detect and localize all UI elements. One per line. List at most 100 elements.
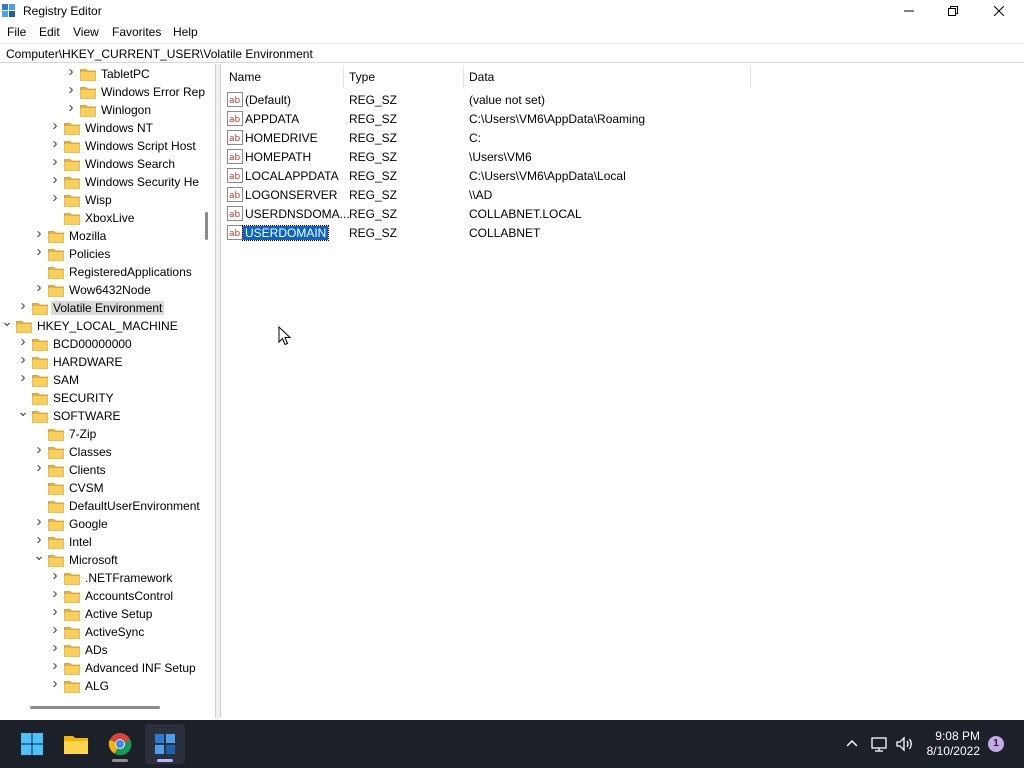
column-separator[interactable] xyxy=(750,66,751,88)
column-header-data[interactable]: Data xyxy=(469,64,494,88)
tree-horizontal-scrollbar[interactable] xyxy=(30,706,160,709)
tree-item[interactable]: DefaultUserEnvironment xyxy=(0,497,200,515)
chevron-right-icon[interactable]: › xyxy=(49,604,61,619)
chevron-right-icon[interactable]: › xyxy=(65,64,77,79)
chevron-right-icon[interactable]: › xyxy=(33,460,45,475)
menu-favorites[interactable]: Favorites xyxy=(112,25,161,39)
address-bar[interactable]: Computer\HKEY_CURRENT_USER\Volatile Envi… xyxy=(0,43,1024,63)
tree-item[interactable]: › Windows Search xyxy=(0,154,198,173)
chevron-right-icon[interactable]: › xyxy=(17,334,29,349)
value-row[interactable]: ab USERDOMAIN REG_SZ COLLABNET xyxy=(221,223,751,242)
value-row[interactable]: ab HOMEPATH REG_SZ \Users\VM6 xyxy=(221,147,751,166)
value-row[interactable]: ab LOGONSERVER REG_SZ \\AD xyxy=(221,185,751,204)
tree-item[interactable]: › .NETFramework xyxy=(0,568,198,587)
column-header-type[interactable]: Type xyxy=(349,64,375,88)
taskbar-registry-editor[interactable] xyxy=(145,724,185,764)
chevron-right-icon[interactable]: › xyxy=(49,676,61,691)
tree-item[interactable]: XboxLive xyxy=(0,209,198,227)
chevron-right-icon[interactable]: › xyxy=(49,136,61,151)
tree-item[interactable]: › TabletPC xyxy=(0,64,198,83)
chevron-down-icon[interactable]: ⌄ xyxy=(1,314,13,328)
tree-item[interactable]: › AccountsControl xyxy=(0,586,198,605)
tree-item[interactable]: › SAM xyxy=(0,370,198,389)
tree-item[interactable]: › Mozilla xyxy=(0,226,198,245)
close-button[interactable] xyxy=(976,0,1022,22)
menu-view[interactable]: View xyxy=(73,25,99,39)
minimize-button[interactable] xyxy=(886,0,932,22)
tree-item[interactable]: › Windows NT xyxy=(0,118,198,137)
tree-item[interactable]: › ActiveSync xyxy=(0,622,198,641)
notification-badge[interactable]: 1 xyxy=(988,736,1004,752)
tree-item[interactable]: RegisteredApplications xyxy=(0,263,198,281)
chevron-right-icon[interactable]: › xyxy=(33,532,45,547)
tree-item[interactable]: SECURITY xyxy=(0,389,198,407)
chevron-right-icon[interactable]: › xyxy=(49,586,61,601)
tree-item[interactable]: CVSM xyxy=(0,479,198,497)
tree-item[interactable]: › Wisp xyxy=(0,190,198,209)
value-row[interactable]: ab HOMEDRIVE REG_SZ C: xyxy=(221,128,751,147)
tree-item[interactable]: › Windows Error Rep xyxy=(0,82,206,101)
column-separator[interactable] xyxy=(343,66,344,88)
chevron-right-icon[interactable]: › xyxy=(33,442,45,457)
chevron-right-icon[interactable]: › xyxy=(49,172,61,187)
tree-item[interactable]: ⌄ SOFTWARE xyxy=(0,404,198,425)
taskbar-chrome[interactable] xyxy=(100,724,140,764)
tree-item[interactable]: ⌄ HKEY_LOCAL_MACHINE xyxy=(0,314,198,335)
chevron-right-icon[interactable]: › xyxy=(33,280,45,295)
taskbar-file-explorer[interactable] xyxy=(56,724,96,764)
volume-icon[interactable] xyxy=(894,734,914,754)
chevron-right-icon[interactable]: › xyxy=(49,190,61,205)
column-separator[interactable] xyxy=(463,66,464,88)
tree-item[interactable]: › Windows Script Host xyxy=(0,136,198,155)
chevron-right-icon[interactable]: › xyxy=(49,622,61,637)
tree-item[interactable]: › Winlogon xyxy=(0,100,198,119)
network-icon[interactable] xyxy=(869,734,889,754)
chevron-right-icon[interactable]: › xyxy=(17,352,29,367)
restore-button[interactable] xyxy=(930,0,976,22)
system-clock[interactable]: 9:08 PM 8/10/2022 xyxy=(927,729,980,759)
chevron-right-icon[interactable]: › xyxy=(33,514,45,529)
tree-item[interactable]: › Classes xyxy=(0,442,198,461)
tree-item[interactable]: 7-Zip xyxy=(0,425,198,443)
value-list[interactable]: Name Type Data ab (Default) REG_SZ (value n… xyxy=(220,64,1022,718)
tree-item[interactable]: › Intel xyxy=(0,532,198,551)
chevron-right-icon[interactable]: › xyxy=(65,82,77,97)
chevron-down-icon[interactable]: ⌄ xyxy=(17,404,29,418)
chevron-down-icon[interactable]: ⌄ xyxy=(33,548,45,562)
value-row[interactable]: ab USERDNSDOMA... REG_SZ COLLABNET.LOCAL xyxy=(221,204,751,223)
tree-item[interactable]: ⌄ Microsoft xyxy=(0,548,198,569)
tree-item[interactable]: › ALG xyxy=(0,676,198,695)
tree-item[interactable]: › BCD00000000 xyxy=(0,334,198,353)
value-row[interactable]: ab (Default) REG_SZ (value not set) xyxy=(221,90,751,109)
value-row[interactable]: ab APPDATA REG_SZ C:\Users\VM6\AppData\Roam… xyxy=(221,109,751,128)
tree-item[interactable]: › Policies xyxy=(0,244,198,263)
tree-item[interactable]: › Volatile Environment xyxy=(0,298,198,317)
value-row[interactable]: ab LOCALAPPDATA REG_SZ C:\Users\VM6\AppData… xyxy=(221,166,751,185)
menu-edit[interactable]: Edit xyxy=(39,25,60,39)
key-tree[interactable]: › TabletPC › Windows Error Rep › Winlogon › Win… xyxy=(0,64,216,718)
chevron-right-icon[interactable]: › xyxy=(65,100,77,115)
column-header-name[interactable]: Name xyxy=(229,64,261,88)
start-button[interactable] xyxy=(12,724,52,764)
tree-item[interactable]: › Active Setup xyxy=(0,604,198,623)
chevron-right-icon[interactable]: › xyxy=(17,370,29,385)
tree-item[interactable]: › ADs xyxy=(0,640,198,659)
tree-item[interactable]: › Google xyxy=(0,514,198,533)
chevron-right-icon[interactable]: › xyxy=(33,226,45,241)
chevron-right-icon[interactable]: › xyxy=(49,640,61,655)
chevron-right-icon[interactable]: › xyxy=(49,658,61,673)
chevron-right-icon[interactable]: › xyxy=(17,298,29,313)
tree-item[interactable]: › Windows Security He xyxy=(0,172,200,191)
menu-help[interactable]: Help xyxy=(173,25,198,39)
menu-file[interactable]: File xyxy=(7,25,26,39)
tree-vertical-scrollbar[interactable] xyxy=(205,212,208,240)
tree-item[interactable]: › Clients xyxy=(0,460,198,479)
chevron-right-icon[interactable]: › xyxy=(49,118,61,133)
chevron-up-icon[interactable] xyxy=(842,734,862,754)
chevron-right-icon[interactable]: › xyxy=(33,244,45,259)
tree-item[interactable]: › Wow6432Node xyxy=(0,280,198,299)
chevron-right-icon[interactable]: › xyxy=(49,154,61,169)
tree-item[interactable]: › Advanced INF Setup xyxy=(0,658,198,677)
tree-item[interactable]: › HARDWARE xyxy=(0,352,198,371)
chevron-right-icon[interactable]: › xyxy=(49,568,61,583)
